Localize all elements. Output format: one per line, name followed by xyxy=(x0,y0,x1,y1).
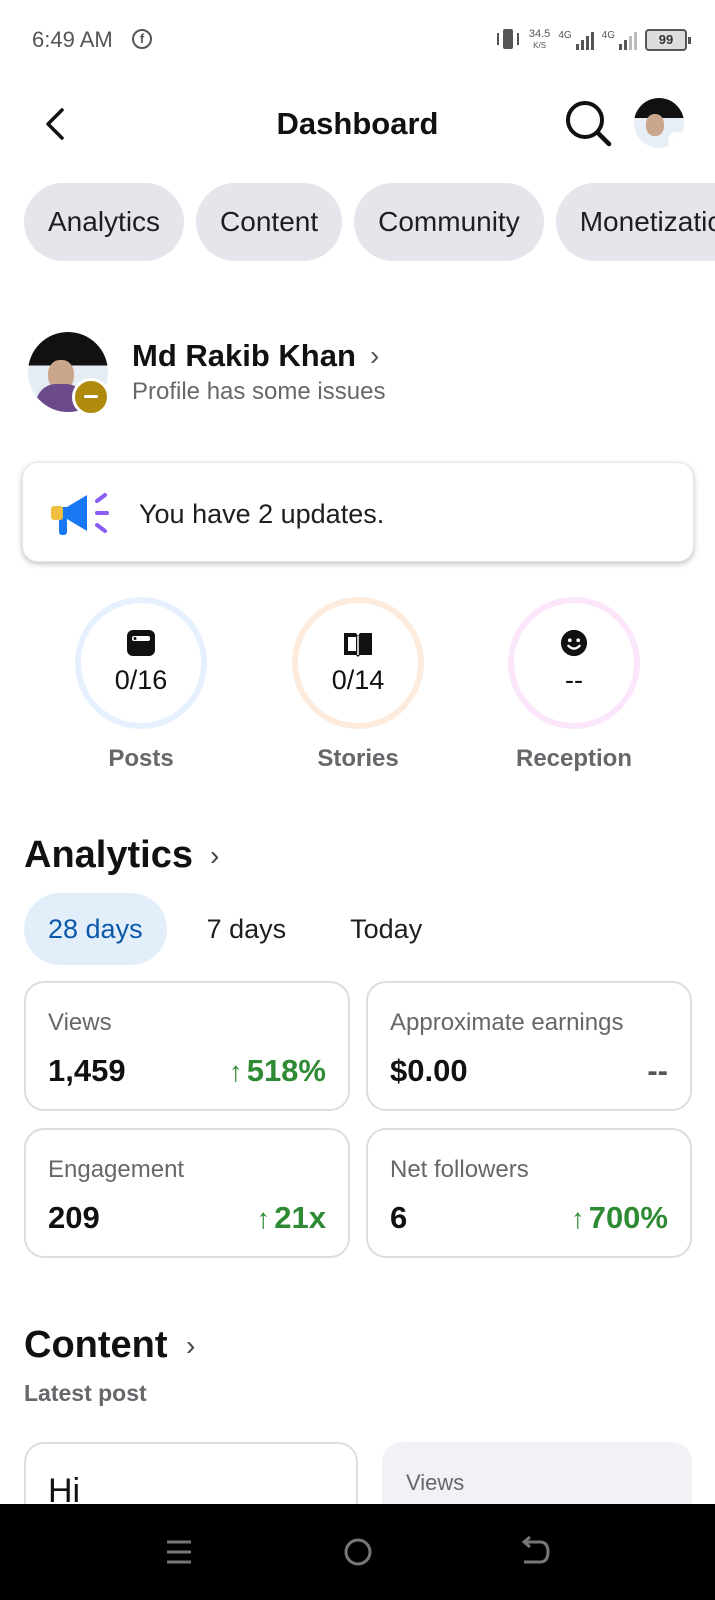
goal-stories[interactable]: 0/14 Stories xyxy=(273,597,443,787)
views-label: Views xyxy=(406,1470,465,1495)
content-title[interactable]: Content xyxy=(24,1324,168,1367)
recent-apps-button[interactable] xyxy=(159,1534,199,1570)
signal-icon: 4G xyxy=(558,30,594,50)
metric-change: ↑ 518% xyxy=(229,1053,326,1089)
menu-icon xyxy=(167,1540,191,1564)
battery-icon: 99 xyxy=(645,29,691,51)
arrow-up-icon: ↑ xyxy=(228,1056,243,1087)
arrow-up-icon: ↑ xyxy=(570,1203,585,1234)
profile-menu-avatar[interactable]: ⌄ xyxy=(634,98,684,148)
chevron-right-icon[interactable]: › xyxy=(210,840,219,872)
section-tabs: AnalyticsContentCommunityMonetization xyxy=(24,183,715,263)
arrow-up-icon: ↑ xyxy=(256,1203,271,1234)
updates-card[interactable]: You have 2 updates. xyxy=(22,462,694,562)
profile-row[interactable]: Md Rakib Khan › Profile has some issues xyxy=(28,332,688,416)
metric-change-value: 21x xyxy=(274,1200,326,1235)
status-bar: 6:49 AM f 34.5 K/S 4G 4G 99 xyxy=(0,0,715,80)
back-nav-button[interactable] xyxy=(516,1534,556,1570)
goal-ring: -- xyxy=(508,597,640,729)
goal-value: 0/14 xyxy=(331,665,385,695)
tab-monetization[interactable]: Monetization xyxy=(555,183,715,261)
metric-card-views[interactable]: Views 1,459 ↑ 518% xyxy=(24,981,350,1111)
period-tabs: 28 days 7 days Today xyxy=(24,893,446,965)
tab-content[interactable]: Content xyxy=(196,183,343,261)
metric-label: Net followers xyxy=(390,1156,529,1183)
metric-change: ↑ 700% xyxy=(571,1200,668,1236)
chevron-right-icon[interactable]: › xyxy=(186,1330,195,1362)
goal-value: 0/16 xyxy=(114,665,168,695)
header: Dashboard ⌄ xyxy=(0,80,715,170)
metric-change: ↑ 21x xyxy=(256,1200,326,1236)
metric-value: 209 xyxy=(48,1200,100,1235)
goal-label: Reception xyxy=(515,745,632,772)
analytics-title[interactable]: Analytics xyxy=(24,834,193,877)
profile-status-icon xyxy=(72,378,110,416)
metric-change-value: 700% xyxy=(588,1200,668,1235)
period-tab-today[interactable]: Today xyxy=(326,893,446,965)
metric-change-value: -- xyxy=(647,1053,668,1088)
megaphone-icon xyxy=(51,493,109,535)
goal-label: Stories xyxy=(317,745,399,772)
facebook-notification-icon: f xyxy=(132,29,152,49)
status-time: 6:49 AM xyxy=(32,27,113,52)
network-speed: 34.5 K/S xyxy=(529,29,550,51)
system-nav-bar xyxy=(0,1504,715,1600)
avatar-face xyxy=(646,114,664,136)
search-button[interactable] xyxy=(563,98,613,148)
chevron-right-icon: › xyxy=(370,340,380,371)
network-speed-value: 34.5 xyxy=(528,28,551,40)
metric-card-engagement[interactable]: Engagement 209 ↑ 21x xyxy=(24,1128,350,1258)
updates-text: You have 2 updates. xyxy=(139,499,385,529)
chevron-down-icon: ⌄ xyxy=(668,132,684,148)
metric-card-earnings[interactable]: Approximate earnings $0.00 -- xyxy=(366,981,692,1111)
network-speed-unit: K/S xyxy=(533,41,547,50)
goal-ring: 0/14 xyxy=(292,597,424,729)
signal-label: 4G xyxy=(558,30,572,41)
signal-icon-2: 4G xyxy=(602,30,637,50)
home-circle-icon xyxy=(344,1538,372,1566)
smiley-icon xyxy=(560,629,588,657)
metric-value: 6 xyxy=(390,1200,408,1235)
goal-value: -- xyxy=(565,665,583,695)
status-indicators: 34.5 K/S 4G 4G 99 xyxy=(495,22,691,58)
metric-label: Engagement xyxy=(48,1156,185,1183)
metric-value: $0.00 xyxy=(390,1053,468,1088)
metric-value: 1,459 xyxy=(48,1053,126,1088)
back-nav-icon xyxy=(521,1535,550,1564)
vibrate-icon xyxy=(495,27,521,53)
book-icon xyxy=(344,633,372,657)
metric-label: Views xyxy=(48,1009,112,1036)
goal-reception[interactable]: -- Reception xyxy=(489,597,659,787)
post-icon xyxy=(127,630,155,656)
latest-post-label: Latest post xyxy=(24,1380,147,1406)
profile-status-text: Profile has some issues xyxy=(132,378,386,405)
metric-label: Approximate earnings xyxy=(390,1009,624,1036)
profile-name: Md Rakib Khan xyxy=(132,338,356,373)
period-tab-28-days[interactable]: 28 days xyxy=(24,893,167,965)
metric-card-net-followers[interactable]: Net followers 6 ↑ 700% xyxy=(366,1128,692,1258)
goal-label: Posts xyxy=(108,745,174,772)
search-icon xyxy=(566,101,612,147)
goal-posts[interactable]: 0/16 Posts xyxy=(56,597,226,787)
tab-community[interactable]: Community xyxy=(354,183,544,261)
metric-change-value: 518% xyxy=(246,1053,326,1088)
period-tab-7-days[interactable]: 7 days xyxy=(183,893,311,965)
tab-analytics[interactable]: Analytics xyxy=(24,183,185,261)
goal-ring: 0/16 xyxy=(75,597,207,729)
signal-label-2: 4G xyxy=(601,30,615,41)
home-button[interactable] xyxy=(338,1534,378,1570)
